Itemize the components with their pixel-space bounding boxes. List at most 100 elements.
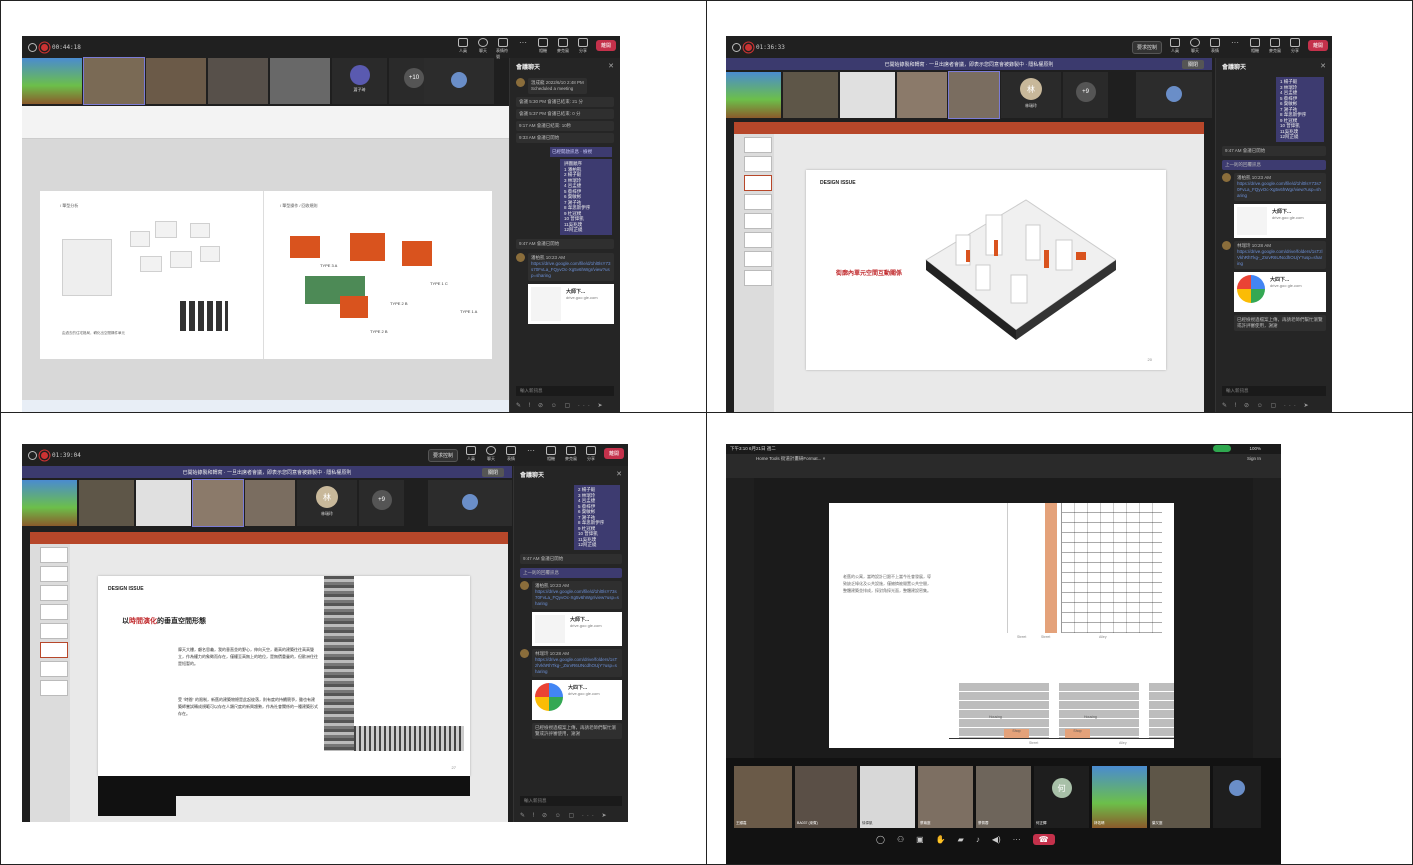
avatar <box>516 252 525 262</box>
msg-link[interactable]: https://drive.google.com/file/d/1hl0lsY7… <box>531 261 611 278</box>
tab-label[interactable]: Home Tools 街道計畫研Format... × <box>756 456 825 462</box>
link-card[interactable]: 大師下... drive.goo gle.com <box>528 283 614 324</box>
link-card[interactable]: 大師下... drive.goo gle.com <box>532 611 622 646</box>
sign-in-link[interactable]: Sign In <box>1247 456 1261 461</box>
slide-thumbnail[interactable] <box>744 213 772 229</box>
msg-link[interactable]: https://drive.google.com/drive/folders/1… <box>1237 249 1323 266</box>
avatar: 林 <box>316 486 338 508</box>
msg-link[interactable]: https://drive.google.com/file/d/1hl0lsY7… <box>535 589 619 606</box>
mic-off-icon[interactable]: ♪ <box>976 835 980 844</box>
leave-button[interactable]: 離開 <box>595 40 616 51</box>
people-icon[interactable]: ⚇ <box>897 835 904 844</box>
link-card[interactable]: 大四下... drive.goo gle.com <box>532 679 622 720</box>
close-icon[interactable]: ✕ <box>1320 62 1326 70</box>
camera-button[interactable]: 相機 <box>1248 38 1262 54</box>
slide-thumbnail[interactable] <box>40 547 68 563</box>
msg-link[interactable]: https://drive.google.com/drive/folders/1… <box>535 657 617 674</box>
chat-button[interactable]: 聊天 <box>1188 38 1202 54</box>
overflow-tile[interactable]: +9 <box>359 480 404 526</box>
meeting-timer: 01:36:33 <box>756 43 785 51</box>
chat-notice: 已經檢視過檔案上傳，再請老師們幫忙瀏覽或許評審使用，謝謝 <box>1234 314 1326 331</box>
slide-thumbnail[interactable] <box>744 175 772 191</box>
pdf-right-rail[interactable] <box>1253 478 1281 758</box>
urban-block-model <box>925 199 1116 340</box>
dismiss-button[interactable]: 關閉 <box>481 467 504 477</box>
more-icon[interactable]: ··· <box>1013 835 1021 844</box>
chat-title: 會議聊天 <box>520 473 545 479</box>
slide-thumbnail[interactable] <box>40 604 68 620</box>
banner-text: 已開始錄製和轉寫 · 一旦出席者會議，即表示您同意會被錄製中 · 隱私權原則 <box>884 61 1054 68</box>
chat-event-sub: 上一則的回覆訊息 <box>520 567 622 578</box>
slide-thumbnail[interactable] <box>744 251 772 267</box>
video-strip: 林 林瑞玲 +9 <box>726 71 1108 119</box>
request-control-button[interactable]: 要求控制 <box>1131 41 1162 54</box>
speaker-icon[interactable]: ◀) <box>992 835 1001 844</box>
overflow-count: +9 <box>1075 82 1096 102</box>
mic-button[interactable]: 麥克風 <box>1268 38 1282 54</box>
camera-button[interactable]: 相機 <box>536 38 550 54</box>
camera-button[interactable]: 相機 <box>544 446 558 462</box>
reactions-button[interactable]: 表情符號 <box>496 38 510 60</box>
chat-button[interactable]: 聊天 <box>476 38 490 54</box>
chat-icon[interactable]: ◯ <box>876 835 885 844</box>
chat-input[interactable]: 輸入新訊息 <box>520 796 622 806</box>
people-button[interactable]: 人員 <box>464 446 478 462</box>
pdf-toolbar[interactable] <box>22 106 510 139</box>
slide-thumbnail[interactable] <box>40 680 68 696</box>
mic-button[interactable]: 麥克風 <box>556 38 570 54</box>
pdf-toolbar[interactable] <box>726 464 1281 479</box>
reactions-button[interactable]: 表情 <box>504 446 518 462</box>
share-button[interactable]: 分享 <box>1288 38 1302 54</box>
compose-tools[interactable]: ✎ ! ⊘ ☺ ▢ ··· ➤ <box>520 812 622 819</box>
recording-icon <box>745 43 752 51</box>
slide-thumbnail[interactable] <box>744 270 772 286</box>
slide-paragraph-2: 受 "時間" 的限制，新舊的建築物總是此起彼落，則有度的持續競爭，雖也有建築師嘗… <box>178 697 318 716</box>
powerpoint-ribbon[interactable] <box>734 122 1204 134</box>
link-card[interactable]: 大師下... drive.goo gle.com <box>1234 203 1326 238</box>
chat-input[interactable]: 輸入新訊息 <box>1222 386 1326 396</box>
request-control-button[interactable]: 要求控制 <box>427 449 458 462</box>
close-icon[interactable]: ✕ <box>616 470 622 478</box>
slide-thumbnail[interactable] <box>40 623 68 639</box>
pdf-left-rail[interactable] <box>726 478 754 758</box>
overflow-tile[interactable]: +9 <box>1063 72 1108 118</box>
reactions-button[interactable]: 表情 <box>1208 38 1222 54</box>
slide-thumbnail[interactable] <box>40 661 68 677</box>
slide-thumbnail[interactable] <box>744 156 772 172</box>
leave-button[interactable]: 離開 <box>1307 40 1328 51</box>
slide-thumbnail[interactable] <box>40 566 68 582</box>
more-button[interactable]: ··· <box>1228 38 1242 47</box>
slide-thumbnail[interactable] <box>40 585 68 601</box>
dismiss-button[interactable]: 關閉 <box>1181 59 1204 69</box>
close-icon[interactable]: ✕ <box>608 62 614 70</box>
powerpoint-ribbon[interactable] <box>30 532 508 544</box>
chat-button[interactable]: 聊天 <box>484 446 498 462</box>
slide-thumbnail[interactable] <box>744 137 772 153</box>
facade-strip <box>1045 503 1057 633</box>
raise-hand-icon[interactable]: ✋ <box>936 835 946 844</box>
compose-tools[interactable]: ✎ ! ⊘ ☺ ▢ ··· ➤ <box>1222 402 1326 409</box>
more-button[interactable]: ··· <box>516 38 530 47</box>
list-link[interactable]: 已經開啟訊息 · 檢視 <box>550 147 612 157</box>
chat-input[interactable]: 輸入新訊息 <box>516 386 614 396</box>
hangup-button[interactable]: ☎ <box>1032 834 1055 845</box>
msg-link[interactable]: https://drive.google.com/file/d/1hl0lsY7… <box>1237 181 1321 198</box>
mic-button[interactable]: 麥克風 <box>564 446 578 462</box>
chat-message: 潘柏凱 10:23 AM https://drive.google.com/fil… <box>520 580 622 609</box>
compose-tools[interactable]: ✎ ! ⊘ ☺ ▢ ··· ➤ <box>516 402 614 409</box>
people-button[interactable]: 人員 <box>456 38 470 54</box>
link-card[interactable]: 大四下... drive.goo gle.com <box>1234 271 1326 312</box>
slide-thumbnails[interactable] <box>734 134 774 412</box>
slide-thumbnail[interactable] <box>744 232 772 248</box>
share-button[interactable]: 分享 <box>576 38 590 54</box>
more-button[interactable]: ··· <box>524 446 538 455</box>
slide-thumbnails[interactable] <box>30 544 70 822</box>
people-button[interactable]: 人員 <box>1168 38 1182 54</box>
pdf-app-tabs[interactable]: Home Tools 街道計畫研Format... × Sign In <box>726 454 1281 464</box>
share-icon[interactable]: ▣ <box>916 835 924 844</box>
leave-button[interactable]: 離開 <box>603 448 624 459</box>
slide-thumbnail[interactable] <box>744 194 772 210</box>
camera-off-icon[interactable]: ▰ <box>958 835 964 844</box>
share-button[interactable]: 分享 <box>584 446 598 462</box>
slide-thumbnail[interactable] <box>40 642 68 658</box>
